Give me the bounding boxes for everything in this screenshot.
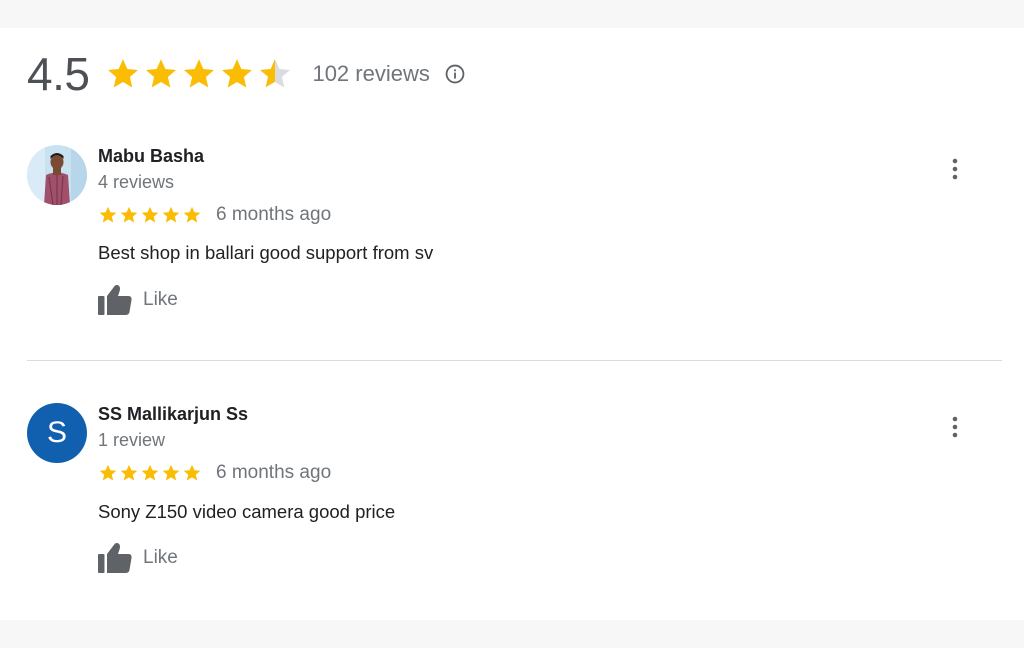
reviewer-review-count: 4 reviews [98, 172, 175, 192]
reviewer-name[interactable]: Mabu Basha [98, 146, 204, 167]
like-button[interactable]: Like [97, 542, 178, 574]
thumbs-up-icon [98, 542, 132, 573]
avatar-letter: S [46, 416, 67, 449]
more-options-button[interactable] [944, 413, 966, 441]
like-label: Like [143, 289, 178, 310]
reviewer-name[interactable]: SS Mallikarjun Ss [98, 404, 248, 425]
star-icon [183, 206, 201, 223]
info-circle-icon[interactable] [444, 63, 466, 85]
reviewer-avatar[interactable] [27, 145, 87, 205]
half-star-icon [260, 59, 291, 88]
star-icon [99, 464, 117, 481]
reviews-panel [0, 28, 1024, 620]
average-rating-stars [105, 56, 293, 92]
review-date: 6 months ago [216, 462, 332, 483]
review-date: 6 months ago [216, 204, 332, 225]
thumbs-up-icon [98, 284, 132, 315]
star-icon [184, 59, 215, 88]
review-rating: 6 months ago [98, 462, 331, 484]
like-label: Like [143, 547, 178, 568]
star-icon [183, 464, 201, 481]
review-divider [27, 360, 1002, 361]
star-icon [99, 206, 117, 223]
star-icon [141, 464, 159, 481]
star-icon [146, 59, 177, 88]
star-icon [141, 206, 159, 223]
more-vert-icon [952, 416, 958, 438]
reviewer-avatar[interactable]: S [27, 403, 87, 463]
star-icon [222, 59, 253, 88]
star-icon [162, 464, 180, 481]
rating-summary: 4.5 102 reviews [27, 46, 466, 102]
more-options-button[interactable] [944, 155, 966, 183]
total-review-count: 102 reviews [312, 61, 430, 86]
more-vert-icon [952, 158, 958, 180]
star-icon [120, 464, 138, 481]
star-icon [162, 206, 180, 223]
star-icon [108, 59, 139, 88]
review-text: Best shop in ballari good support from s… [98, 242, 434, 263]
review-rating: 6 months ago [98, 204, 331, 226]
review-text: Sony Z150 video camera good price [98, 501, 396, 522]
reviewer-review-count: 1 review [98, 430, 166, 450]
star-icon [120, 206, 138, 223]
average-rating: 4.5 [27, 48, 90, 100]
like-button[interactable]: Like [97, 284, 178, 316]
